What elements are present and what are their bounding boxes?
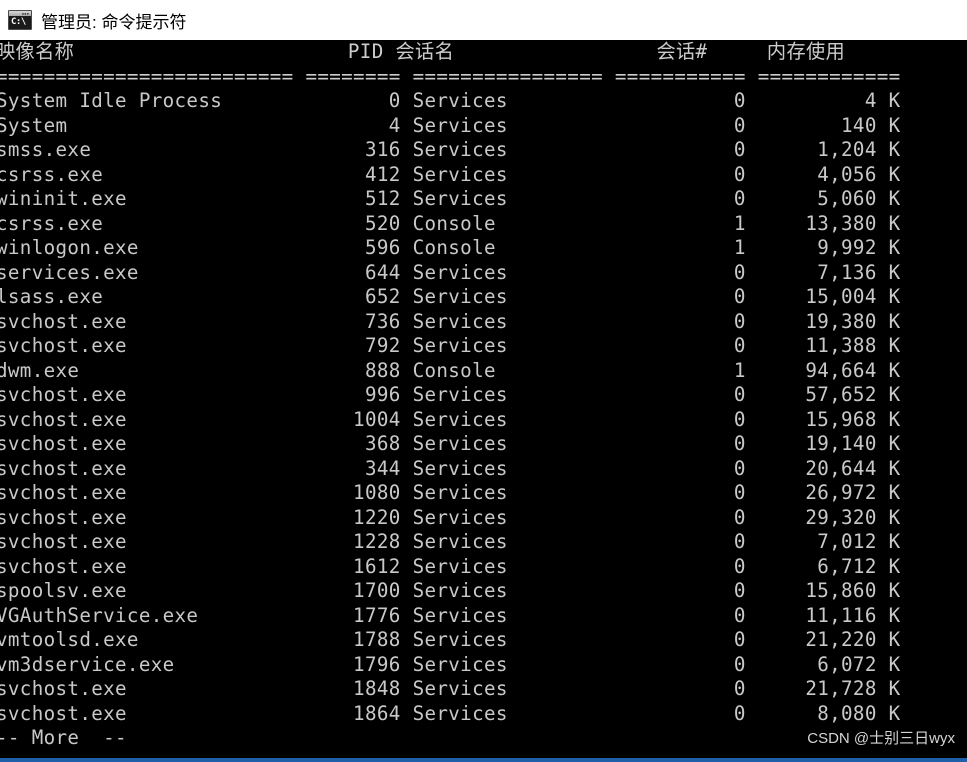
cmd-icon: ▪▪▪ C:\ bbox=[8, 10, 32, 30]
table-row: svchost.exe 368 Services 0 19,140 K bbox=[0, 432, 901, 455]
window-bottom-border bbox=[0, 758, 967, 762]
table-row: System 4 Services 0 140 K bbox=[0, 113, 901, 137]
table-row: dwm.exe 888 Console 1 94,664 K bbox=[0, 358, 901, 382]
console-text-buffer: 映像名称 PID 会话名 会话# 内存使用 ===================… bbox=[0, 40, 901, 751]
table-row: csrss.exe 412 Services 0 4,056 K bbox=[0, 162, 901, 186]
table-row: VGAuthService.exe 1776 Services 0 11,116… bbox=[0, 603, 901, 627]
table-row: lsass.exe 652 Services 0 15,004 K bbox=[0, 285, 901, 308]
table-row: svchost.exe 996 Services 0 57,652 K bbox=[0, 383, 901, 406]
cmd-icon-prompt-glyph: C:\ bbox=[11, 17, 26, 27]
table-row: svchost.exe 1004 Services 0 15,968 K bbox=[0, 407, 901, 431]
more-prompt: -- More -- bbox=[0, 726, 127, 749]
table-row: svchost.exe 792 Services 0 11,388 K bbox=[0, 334, 901, 357]
table-row: svchost.exe 1612 Services 0 6,712 K bbox=[0, 554, 901, 578]
table-row: smss.exe 316 Services 0 1,204 K bbox=[0, 138, 901, 161]
table-header-separator: ========================= ======== =====… bbox=[0, 64, 901, 88]
console-output-area[interactable]: 映像名称 PID 会话名 会话# 内存使用 ===================… bbox=[0, 40, 967, 758]
table-row: svchost.exe 1848 Services 0 21,728 K bbox=[0, 677, 901, 700]
cmd-icon-buttons: ▪▪▪ bbox=[21, 11, 29, 16]
table-row: svchost.exe 344 Services 0 20,644 K bbox=[0, 456, 901, 480]
table-row: svchost.exe 1864 Services 0 8,080 K bbox=[0, 701, 901, 725]
table-row: svchost.exe 1080 Services 0 26,972 K bbox=[0, 481, 901, 504]
table-row: svchost.exe 1220 Services 0 29,320 K bbox=[0, 505, 901, 529]
command-prompt-window: ▪▪▪ C:\ 管理员: 命令提示符 映像名称 PID 会话名 会话# 内存使用… bbox=[0, 0, 967, 762]
table-row: System Idle Process 0 Services 0 4 K bbox=[0, 89, 901, 112]
table-row: svchost.exe 736 Services 0 19,380 K bbox=[0, 309, 901, 333]
table-row: svchost.exe 1228 Services 0 7,012 K bbox=[0, 530, 901, 553]
table-row: csrss.exe 520 Console 1 13,380 K bbox=[0, 211, 901, 235]
table-row: spoolsv.exe 1700 Services 0 15,860 K bbox=[0, 579, 901, 602]
table-row: services.exe 644 Services 0 7,136 K bbox=[0, 260, 901, 284]
window-title: 管理员: 命令提示符 bbox=[41, 12, 187, 32]
table-row: wininit.exe 512 Services 0 5,060 K bbox=[0, 187, 901, 210]
table-header-row: 映像名称 PID 会话名 会话# 内存使用 bbox=[0, 40, 846, 63]
table-row: vm3dservice.exe 1796 Services 0 6,072 K bbox=[0, 652, 901, 676]
table-row: vmtoolsd.exe 1788 Services 0 21,220 K bbox=[0, 628, 901, 651]
title-bar[interactable]: ▪▪▪ C:\ 管理员: 命令提示符 bbox=[0, 0, 967, 40]
table-row: winlogon.exe 596 Console 1 9,992 K bbox=[0, 236, 901, 259]
